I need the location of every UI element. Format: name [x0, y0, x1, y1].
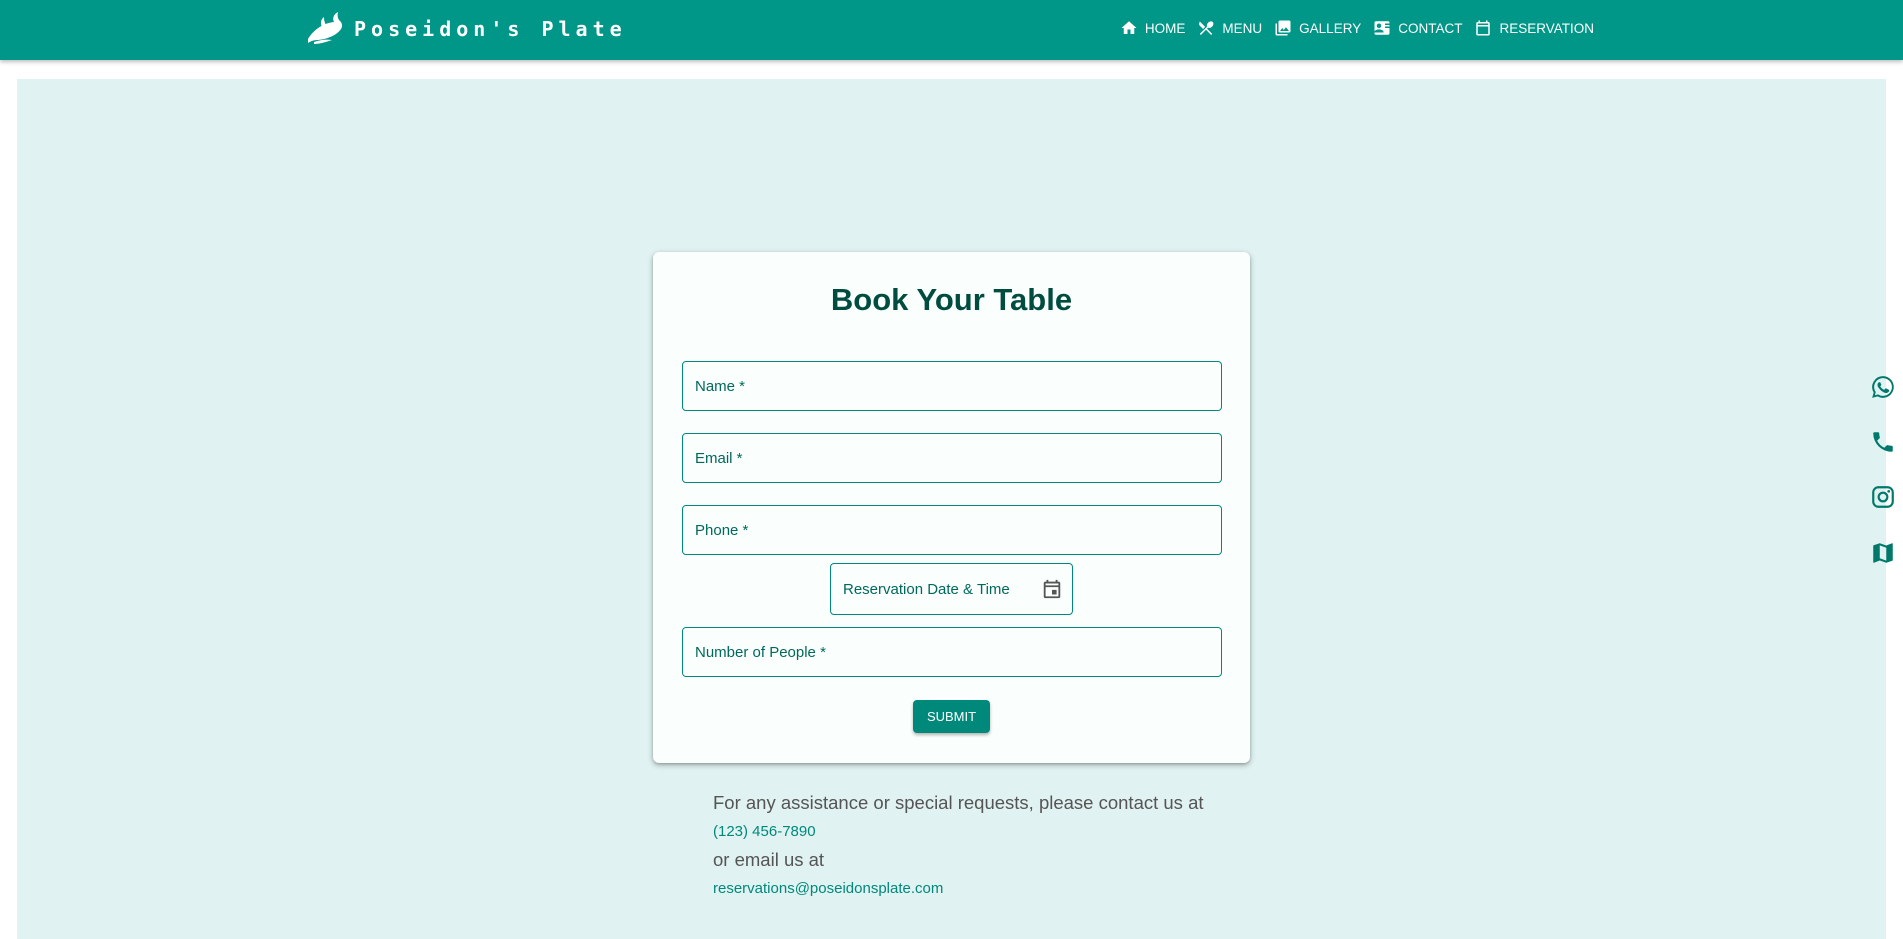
reservation-datetime-field[interactable]: Reservation Date & Time — [830, 563, 1073, 615]
nav-contact-label: CONTACT — [1398, 20, 1463, 36]
main-nav: HOME MENU GALLERY CONTACT RESERVATION — [1108, 0, 1594, 56]
email-label: Email * — [695, 449, 743, 467]
contact-info-text: For any assistance or special requests, … — [713, 792, 1204, 813]
submit-button[interactable]: SUBMIT — [913, 700, 990, 733]
map-icon[interactable] — [1870, 540, 1896, 566]
email-field[interactable]: Email * — [682, 433, 1222, 483]
contact-phone-link[interactable]: (123) 456-7890 — [713, 823, 1204, 840]
people-field[interactable]: Number of People * — [682, 627, 1222, 677]
contact-email-text: or email us at — [713, 849, 825, 870]
phone-field[interactable]: Phone * — [682, 505, 1222, 555]
home-icon — [1121, 21, 1137, 34]
calendar-picker-icon[interactable] — [1041, 578, 1063, 600]
form-title: Book Your Table — [830, 282, 1073, 317]
dolphin-logo-icon — [304, 9, 344, 50]
nav-gallery[interactable]: GALLERY — [1274, 19, 1361, 37]
nav-home[interactable]: HOME — [1120, 19, 1186, 37]
nav-reservation[interactable]: RESERVATION — [1474, 19, 1594, 37]
nav-gallery-label: GALLERY — [1299, 20, 1362, 36]
utensils-icon — [1199, 21, 1214, 35]
nav-reservation-label: RESERVATION — [1499, 20, 1594, 36]
nav-menu[interactable]: MENU — [1197, 19, 1262, 37]
phone-label: Phone * — [695, 521, 749, 539]
nav-home-label: HOME — [1144, 20, 1186, 36]
brand[interactable]: Poseidon's Plate — [304, 11, 627, 47]
contact-info: For any assistance or special requests, … — [713, 792, 1204, 906]
top-navbar: Poseidon's Plate HOME MENU GALLERY CONTA… — [0, 0, 1903, 60]
name-label: Name * — [695, 377, 746, 395]
gallery-icon — [1275, 20, 1291, 36]
nav-contact[interactable]: CONTACT — [1373, 19, 1462, 37]
people-label: Number of People * — [695, 643, 826, 661]
phone-icon[interactable] — [1870, 429, 1896, 455]
instagram-icon[interactable] — [1870, 484, 1896, 510]
nav-menu-label: MENU — [1222, 20, 1263, 36]
reservation-form-card: Book Your Table Name * Email * Phone * R… — [653, 252, 1250, 763]
name-field[interactable]: Name * — [682, 361, 1222, 411]
contact-email-link[interactable]: reservations@poseidonsplate.com — [713, 880, 1204, 897]
calendar-icon — [1476, 20, 1491, 36]
datetime-label: Reservation Date & Time — [843, 580, 1010, 598]
whatsapp-icon[interactable] — [1870, 374, 1896, 400]
brand-name: Poseidon's Plate — [354, 17, 627, 41]
contact-card-icon — [1374, 21, 1390, 35]
